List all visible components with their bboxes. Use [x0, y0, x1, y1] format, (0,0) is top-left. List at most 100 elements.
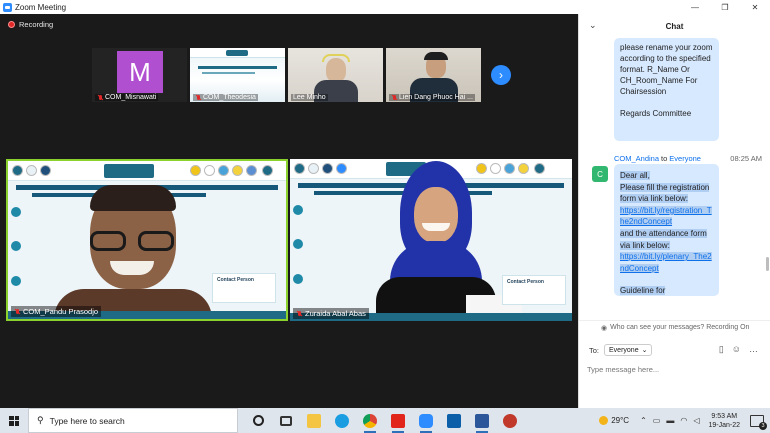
chevron-down-icon: ⌄ [641, 347, 648, 354]
chat-panel: ⌄ Chat please rename your zoom according… [578, 14, 770, 408]
chat-message-line: Guideline for [620, 286, 666, 296]
pinned-apps [244, 408, 524, 433]
zoom-icon[interactable] [412, 408, 440, 433]
mic-muted-icon [14, 308, 20, 315]
visibility-note[interactable]: ◉ Who can see your messages? Recording O… [579, 320, 770, 334]
message-sender[interactable]: COM_Andina [614, 154, 659, 163]
registration-link[interactable]: https://bit.ly/registration_The2ndConcep… [620, 205, 712, 227]
file-icon[interactable]: ▯ [719, 344, 724, 355]
participant-thumbnail[interactable]: Lien Dang Phuoc Hai ... [386, 48, 481, 102]
participant-name: Zuraida Abal Abas [293, 308, 369, 319]
chat-messages[interactable]: please rename your zoom according to the… [579, 38, 770, 320]
edge-icon[interactable] [328, 408, 356, 433]
participant-thumbnail[interactable]: M COM_Misnawati [92, 48, 187, 102]
eye-icon: ◉ [601, 324, 608, 332]
participant-thumbnail[interactable]: COM_Theodesia [190, 48, 285, 102]
message-time: 08:25 AM [730, 154, 762, 163]
avatar: C [592, 166, 608, 182]
chevron-down-icon[interactable]: ⌄ [589, 20, 597, 31]
chat-message-line: Please fill the registration form via li… [620, 182, 710, 204]
battery-icon[interactable]: ▬ [666, 416, 674, 425]
chat-message-line: Dear all, [620, 171, 650, 180]
video-tile[interactable]: Contact Person Zuraida Abal Abas [290, 159, 572, 321]
maximize-button[interactable]: ❐ [710, 0, 740, 14]
participant-name: Lee Minho [291, 94, 328, 101]
participant-name-text: Lien Dang Phuoc Hai ... [399, 94, 473, 101]
clock[interactable]: 9:53 AM 19-Jan-22 [708, 412, 740, 430]
participant-name: COM_Misnawati [95, 94, 159, 101]
zoom-app-icon [3, 2, 12, 12]
chat-message-line: and the attendance form via link below: [620, 228, 707, 250]
weather-temp: 29°C [611, 416, 630, 425]
wifi-icon[interactable]: ◠ [680, 416, 687, 425]
participant-name: Lien Dang Phuoc Hai ... [389, 94, 475, 101]
mic-muted-icon [296, 310, 302, 317]
message-to-word: to [661, 154, 668, 163]
weather-widget[interactable]: 29°C [599, 416, 629, 425]
participant-name-text: Lee Minho [293, 94, 326, 101]
cortana-icon[interactable] [244, 408, 272, 433]
mic-muted-icon [195, 94, 201, 101]
attendance-link[interactable]: https://bit.ly/plenary_The2ndConcept [620, 252, 712, 273]
chat-message-input[interactable] [587, 362, 763, 376]
task-view-icon[interactable] [272, 408, 300, 433]
chat-tools: ▯ ☺ … [719, 344, 758, 355]
to-label: To: [589, 345, 600, 355]
sun-icon [599, 416, 609, 425]
file-explorer-icon[interactable] [300, 408, 328, 433]
chrome-icon[interactable] [356, 408, 384, 433]
photos-icon[interactable] [440, 408, 468, 433]
avatar: M [117, 51, 163, 93]
minimize-button[interactable]: — [680, 0, 710, 14]
recipient-value: Everyone [609, 346, 639, 354]
chat-message-bubble: please rename your zoom according to the… [614, 38, 719, 141]
chevron-up-icon[interactable]: ⌃ [640, 416, 647, 425]
chat-header: ⌄ Chat [579, 14, 770, 38]
participant-name-text: COM_Theodesia [203, 94, 256, 101]
visibility-note-text: Who can see your messages? Recording On [610, 324, 750, 331]
acrobat-icon[interactable] [384, 408, 412, 433]
mic-muted-icon [97, 94, 103, 101]
snipping-icon[interactable] [496, 408, 524, 433]
clock-time: 9:53 AM [711, 412, 738, 420]
slide-contact-title: Contact Person [217, 277, 254, 283]
taskbar: ⚲ Type here to search 29°C ⌃ ▭ ▬ ◠ ◁ 9:5… [0, 408, 770, 433]
taskbar-search[interactable]: ⚲ Type here to search [28, 408, 238, 433]
notification-icon[interactable]: 3 [750, 414, 767, 430]
more-icon[interactable]: … [749, 344, 758, 355]
window-controls: — ❐ ✕ [680, 0, 770, 14]
taskbar-search-text: Type here to search [49, 415, 125, 426]
virtual-background-banner [8, 161, 286, 181]
close-button[interactable]: ✕ [740, 0, 770, 14]
chat-message-bubble: Dear all, Please fill the registration f… [614, 164, 719, 296]
chat-message-text: please rename your zoom according to the… [620, 43, 713, 96]
participant-name-text: COM_Misnawati [105, 94, 157, 101]
slide-contact-box: Contact Person [502, 275, 566, 305]
recipient-row: To: Everyone ⌄ [589, 344, 653, 356]
notification-badge: 3 [759, 421, 767, 430]
start-button[interactable] [0, 408, 28, 433]
participant-name-text: COM_Pandu Prasodjo [23, 307, 99, 316]
participant-name-text: Zuraida Abal Abas [305, 309, 366, 318]
windows-icon [9, 415, 19, 426]
clock-date: 19-Jan-22 [708, 421, 740, 429]
recipient-dropdown[interactable]: Everyone ⌄ [604, 344, 653, 356]
title-bar: Zoom Meeting — ❐ ✕ [0, 0, 770, 14]
message-recipient: Everyone [669, 154, 701, 163]
participant-name: COM_Pandu Prasodjo [11, 306, 102, 317]
word-icon[interactable] [468, 408, 496, 433]
next-page-button[interactable]: › [491, 65, 511, 85]
chat-scrollbar[interactable] [766, 41, 769, 316]
video-tile-active-speaker[interactable]: Contact Person COM_Pandu Prasodjo [6, 159, 288, 321]
search-icon: ⚲ [37, 415, 44, 425]
mic-muted-icon [391, 94, 397, 101]
meeting-area: Recording M COM_Misnawati COM_Theodesia [0, 14, 578, 408]
participant-name: COM_Theodesia [193, 94, 258, 101]
volume-icon[interactable]: ◁ [693, 416, 699, 425]
recording-indicator[interactable]: Recording [8, 20, 53, 29]
window-title: Zoom Meeting [15, 2, 67, 12]
participant-thumbnail[interactable]: Lee Minho [288, 48, 383, 102]
chat-message-signoff: Regards Committee [620, 109, 692, 118]
emoji-icon[interactable]: ☺ [732, 344, 741, 355]
network-icon[interactable]: ▭ [653, 416, 661, 425]
